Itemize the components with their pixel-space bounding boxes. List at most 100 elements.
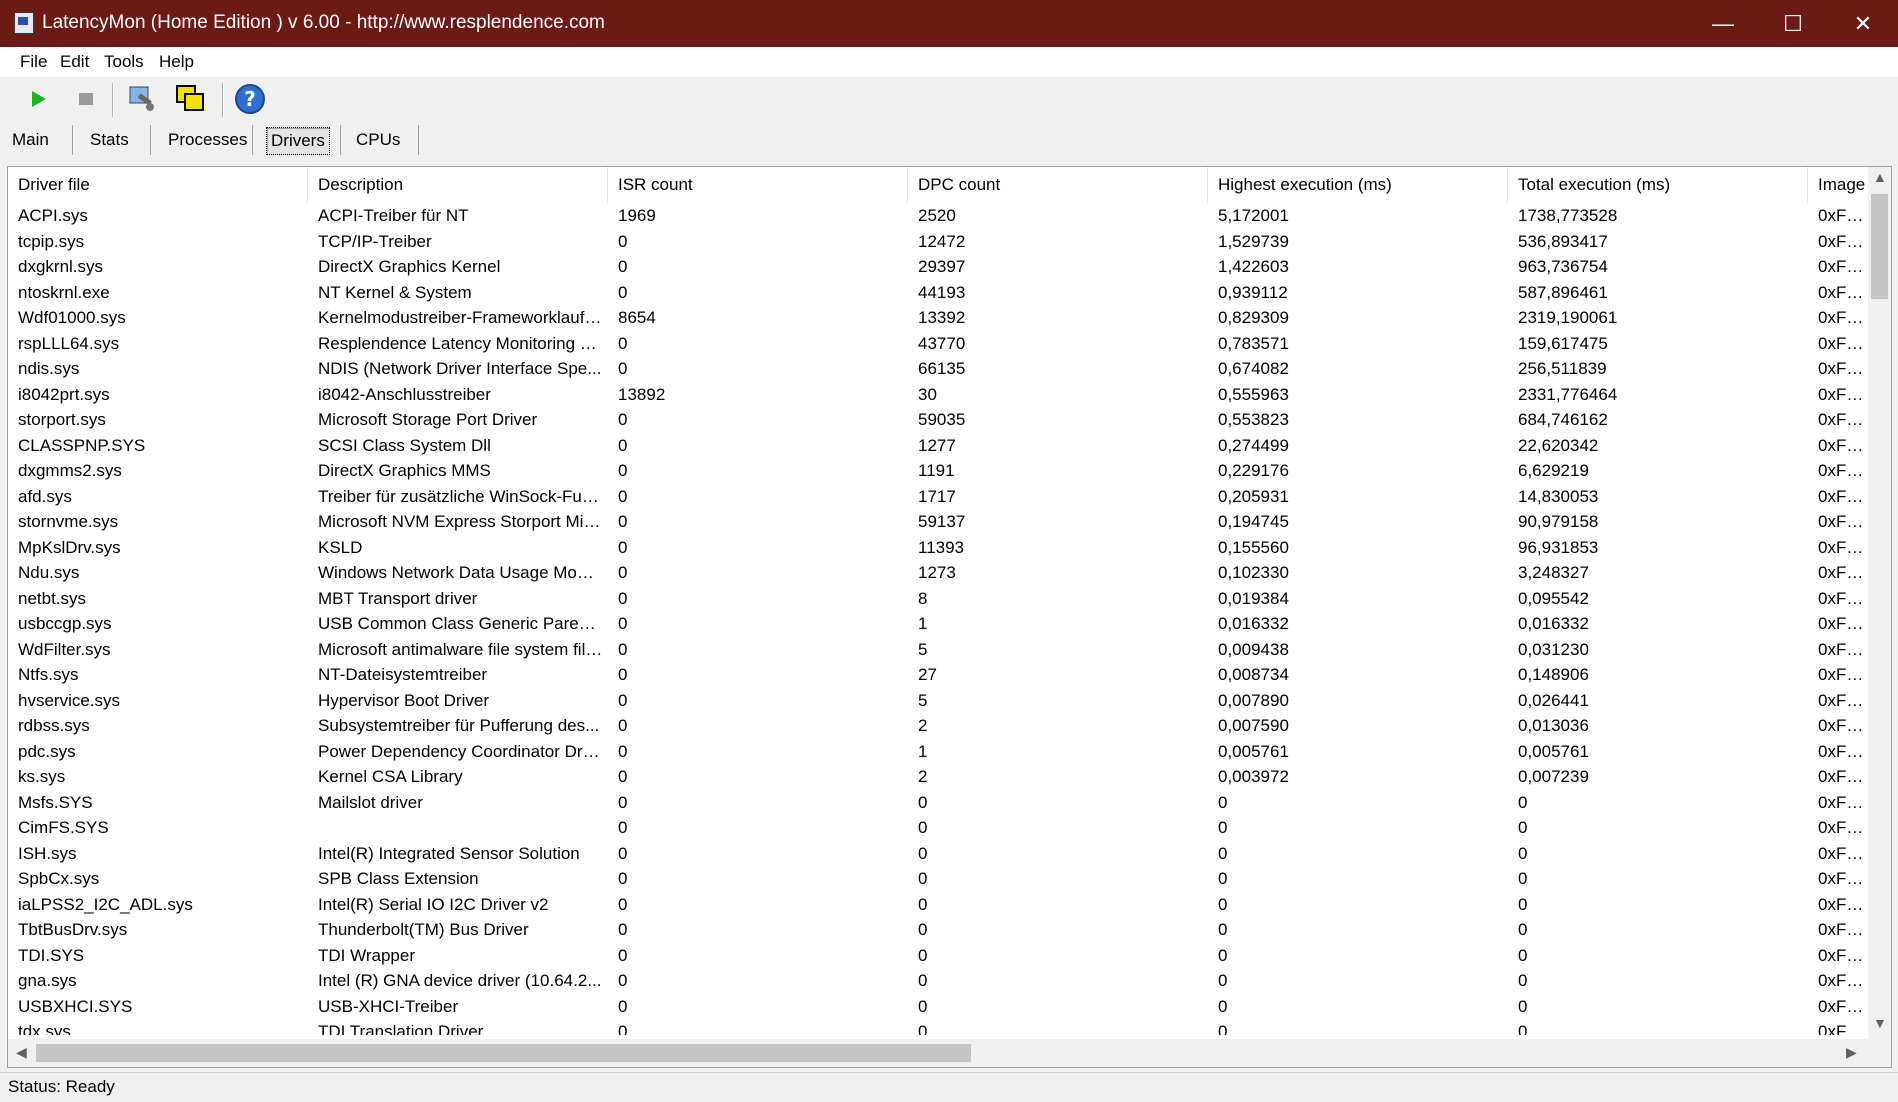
table-row[interactable]: storport.sys Microsoft Storage Port Drive…	[8, 407, 1868, 433]
table-row[interactable]: tdx.sys TDI Translation Driver 0 0 0 0 0xFFF	[8, 1019, 1868, 1035]
cell-image: 0xFFF	[1818, 716, 1866, 735]
stop-icon	[79, 93, 93, 105]
cell-driver-file: MpKslDrv.sys	[18, 537, 121, 557]
table-row[interactable]: Ntfs.sys NT-Dateisystemtreiber 0 27 0,008734…	[8, 662, 1868, 688]
menu-file[interactable]: File	[20, 52, 47, 72]
cell-dpc-count: 66135	[918, 359, 966, 378]
cell-dpc-count: 2	[918, 767, 928, 786]
table-row[interactable]: iaLPSS2_I2C_ADL.sys Intel(R) Serial IO I2…	[8, 892, 1868, 918]
column-header-isr-count[interactable]: ISR count	[608, 167, 908, 203]
cell-isr-count: 0	[618, 461, 628, 480]
cell-isr-count: 13892	[618, 384, 666, 404]
cell-isr-count: 0	[618, 435, 628, 455]
cell-isr-count: 0	[618, 257, 628, 276]
table-row[interactable]: WdFilter.sys Microsoft antimalware file s…	[8, 637, 1868, 663]
cell-description: TDI Translation Driver	[318, 1022, 484, 1035]
cell-dpc-count: 2	[918, 716, 928, 735]
cell-image: 0xFFF	[1818, 996, 1866, 1016]
update-drivers-button[interactable]	[126, 83, 158, 115]
cell-driver-file: afd.sys	[18, 486, 72, 506]
vertical-scrollbar[interactable]: ▲ ▼	[1868, 167, 1891, 1039]
cell-highest-execution: 0,007890	[1218, 690, 1289, 710]
column-header-image[interactable]: Image	[1808, 167, 1868, 203]
help-button[interactable]: ?	[234, 83, 266, 115]
cell-image: 0xFFF	[1818, 359, 1866, 378]
table-row[interactable]: hvservice.sys Hypervisor Boot Driver 0 5 0,0…	[8, 688, 1868, 714]
minimize-button[interactable]: —	[1688, 0, 1758, 47]
table-row[interactable]: ntoskrnl.exe NT Kernel & System 0 44193 0,93…	[8, 280, 1868, 306]
tab-main[interactable]: Main	[8, 127, 53, 153]
vertical-scroll-thumb[interactable]	[1871, 194, 1888, 299]
table-row[interactable]: Ndu.sys Windows Network Data Usage Monit.…	[8, 560, 1868, 586]
column-header-total-execution[interactable]: Total execution (ms)	[1508, 167, 1808, 203]
table-row[interactable]: rdbss.sys Subsystemtreiber für Pufferung …	[8, 713, 1868, 739]
menu-help[interactable]: Help	[159, 52, 194, 72]
table-row[interactable]: rspLLL64.sys Resplendence Latency Monitor…	[8, 331, 1868, 357]
table-row[interactable]: stornvme.sys Microsoft NVM Express Storpo…	[8, 509, 1868, 535]
column-header-description[interactable]: Description	[308, 167, 608, 203]
column-header-dpc-count[interactable]: DPC count	[908, 167, 1208, 203]
tab-cpus[interactable]: CPUs	[352, 127, 404, 153]
stop-button[interactable]	[70, 83, 102, 115]
cell-isr-count: 0	[618, 690, 628, 710]
table-row[interactable]: netbt.sys MBT Transport driver 0 8 0,019384 0…	[8, 586, 1868, 612]
tab-processes[interactable]: Processes	[164, 127, 251, 153]
table-row[interactable]: dxgmms2.sys DirectX Graphics MMS 0 1191 0,22…	[8, 458, 1868, 484]
table-row[interactable]: Wdf01000.sys Kernelmodustreiber-Framework…	[8, 305, 1868, 331]
table-row[interactable]: i8042prt.sys i8042-Anschlusstreiber 13892 3…	[8, 382, 1868, 408]
table-row[interactable]: ndis.sys NDIS (Network Driver Interface S…	[8, 356, 1868, 382]
copy-button[interactable]	[174, 83, 206, 115]
cell-isr-count: 0	[618, 767, 628, 786]
column-header-highest-execution[interactable]: Highest execution (ms)	[1208, 167, 1508, 203]
scroll-left-icon[interactable]: ◀	[16, 1044, 27, 1061]
cell-highest-execution: 0,019384	[1218, 588, 1289, 608]
scroll-up-icon[interactable]: ▲	[1873, 169, 1887, 185]
cell-isr-count: 0	[618, 639, 628, 659]
status-text: Status: Ready	[8, 1077, 115, 1096]
table-row[interactable]: CLASSPNP.SYS SCSI Class System Dll 0 1277 0,…	[8, 433, 1868, 459]
table-row[interactable]: afd.sys Treiber für zusätzliche WinSock-F…	[8, 484, 1868, 510]
table-row[interactable]: TDI.SYS TDI Wrapper 0 0 0 0 0xFFF	[8, 943, 1868, 969]
table-row[interactable]: SpbCx.sys SPB Class Extension 0 0 0 0 0xFFF	[8, 866, 1868, 892]
table-row[interactable]: ACPI.sys ACPI-Treiber für NT 1969 2520 5,172…	[8, 203, 1868, 229]
menu-edit[interactable]: Edit	[60, 52, 89, 72]
cell-image: 0xFFF	[1818, 333, 1866, 353]
cell-image: 0xFFF	[1818, 537, 1866, 557]
start-button[interactable]	[22, 83, 54, 115]
close-button[interactable]: ✕	[1828, 0, 1898, 47]
table-row[interactable]: usbccgp.sys USB Common Class Generic Pare…	[8, 611, 1868, 637]
table-row[interactable]: Msfs.SYS Mailslot driver 0 0 0 0 0xFFF	[8, 790, 1868, 816]
cell-total-execution: 0	[1518, 792, 1528, 812]
cell-total-execution: 0	[1518, 843, 1528, 863]
cell-isr-count: 0	[618, 231, 628, 251]
table-row[interactable]: CimFS.SYS 0 0 0 0 0xFFF	[8, 815, 1868, 841]
play-icon	[32, 91, 46, 107]
horizontal-scroll-thumb[interactable]	[36, 1044, 971, 1062]
cell-total-execution: 0,016332	[1518, 614, 1589, 633]
scroll-right-icon[interactable]: ▶	[1846, 1044, 1857, 1061]
table-row[interactable]: ks.sys Kernel CSA Library 0 2 0,003972 0,0072…	[8, 764, 1868, 790]
cell-isr-count: 0	[618, 665, 628, 684]
table-row[interactable]: dxgkrnl.sys DirectX Graphics Kernel 0 29397…	[8, 254, 1868, 280]
tab-drivers[interactable]: Drivers	[266, 127, 330, 155]
table-row[interactable]: USBXHCI.SYS USB-XHCI-Treiber 0 0 0 0 0xFFF	[8, 994, 1868, 1020]
cell-description: USB Common Class Generic Parent ...	[318, 614, 603, 633]
table-row[interactable]: gna.sys Intel (R) GNA device driver (10.6…	[8, 968, 1868, 994]
table-row[interactable]: pdc.sys Power Dependency Coordinator Driv…	[8, 739, 1868, 765]
drivers-list[interactable]: Driver file Description ISR count DPC co…	[7, 166, 1892, 1068]
table-row[interactable]: MpKslDrv.sys KSLD 0 11393 0,155560 96,931853 0…	[8, 535, 1868, 561]
cell-highest-execution: 1,422603	[1218, 257, 1289, 276]
table-row[interactable]: ISH.sys Intel(R) Integrated Sensor Soluti…	[8, 841, 1868, 867]
cell-highest-execution: 0,102330	[1218, 563, 1289, 582]
tab-stats[interactable]: Stats	[86, 127, 133, 153]
horizontal-scrollbar[interactable]: ◀ ▶	[8, 1039, 1868, 1067]
maximize-button[interactable]: ☐	[1758, 0, 1828, 47]
table-row[interactable]: tcpip.sys TCP/IP-Treiber 0 12472 1,529739 536…	[8, 229, 1868, 255]
menu-tools[interactable]: Tools	[104, 52, 144, 72]
cell-image: 0xFFF	[1818, 206, 1866, 225]
scroll-down-icon[interactable]: ▼	[1873, 1015, 1887, 1031]
cell-image: 0xFFF	[1818, 945, 1866, 965]
table-row[interactable]: TbtBusDrv.sys Thunderbolt(TM) Bus Driver 0…	[8, 917, 1868, 943]
cell-total-execution: 3,248327	[1518, 563, 1589, 582]
column-header-driver-file[interactable]: Driver file	[8, 167, 308, 203]
